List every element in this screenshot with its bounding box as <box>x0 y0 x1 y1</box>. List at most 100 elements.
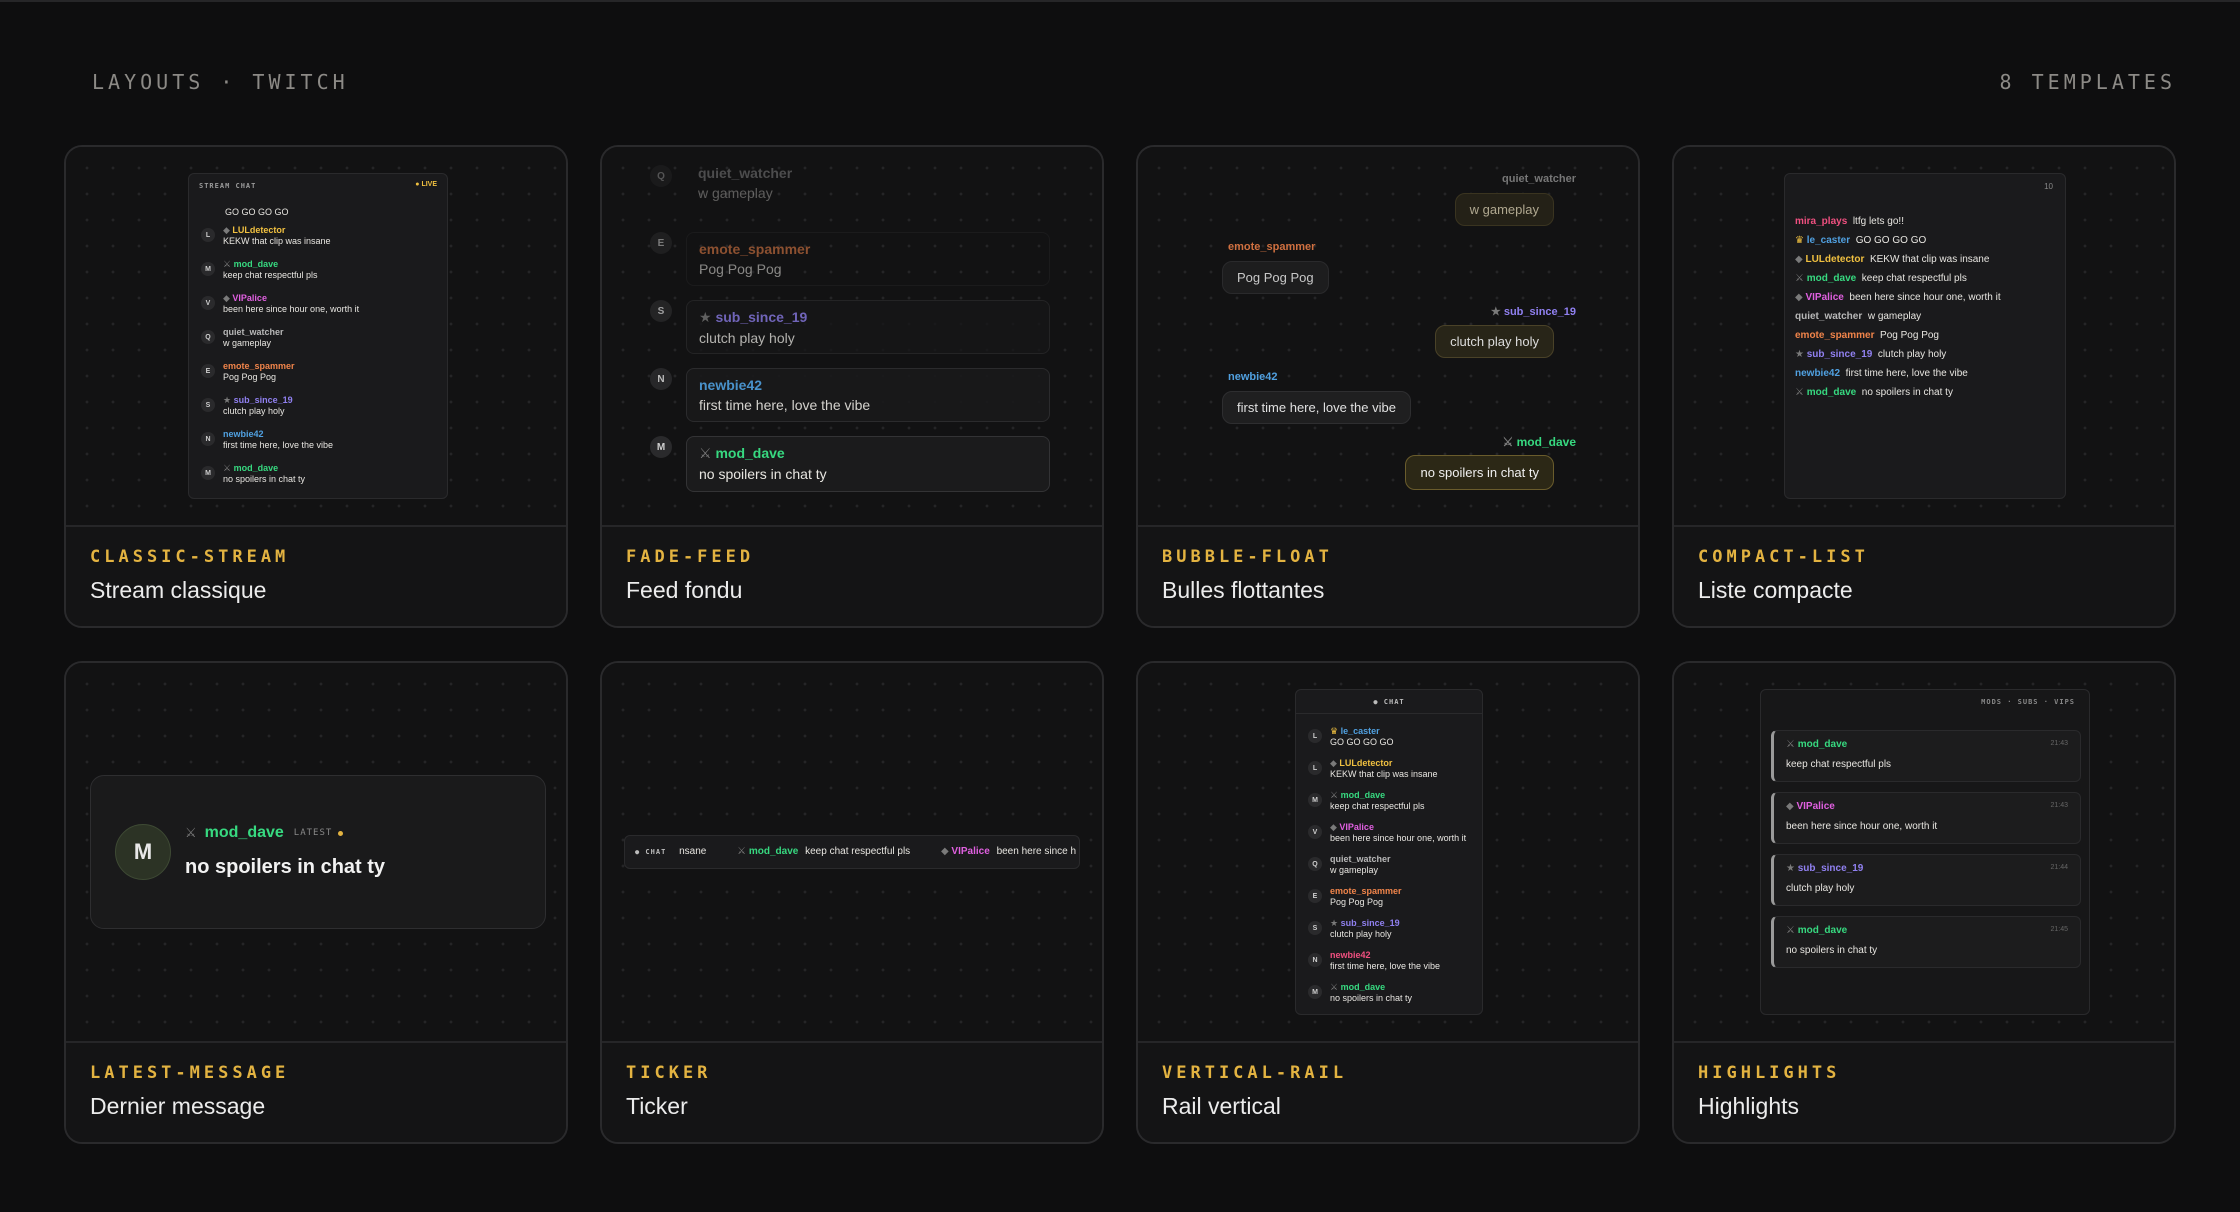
list-item: ⚔ mod_dave keep chat respectful pls <box>1795 269 2001 288</box>
card-slug: TICKER <box>626 1063 712 1083</box>
username: sub_since_19 <box>715 309 808 325</box>
message-text: keep chat respectful pls <box>223 270 318 280</box>
message-count: 10 <box>2044 182 2053 191</box>
highlight-item: ★ sub_since_19 21:44 clutch play holy <box>1771 854 2081 906</box>
card-footer: LATEST-MESSAGE Dernier message <box>66 1041 566 1142</box>
username: quiet_watcher <box>1795 311 1863 322</box>
star-icon: ★ <box>1795 349 1807 360</box>
highlight-item: ⚔ mod_dave 21:43 keep chat respectful pl… <box>1771 730 2081 782</box>
list-item: M ⚔ mod_dave keep chat respectful pls <box>1308 790 1425 812</box>
highlights-panel: MODS · SUBS · VIPS ⚔ mod_dave 21:43 keep… <box>1760 689 2090 1015</box>
username: mod_dave <box>1806 387 1857 398</box>
list-item: Nnewbie42 first time here, love the vibe <box>201 429 333 451</box>
message-bubble: w gameplay <box>1454 193 1554 226</box>
card-title: Dernier message <box>90 1093 266 1119</box>
username: mod_dave <box>1340 790 1386 800</box>
username: emote_spammer <box>223 361 295 371</box>
username: mod_dave <box>1797 925 1848 936</box>
list-item: V ◆ VIPalice been here since hour one, wor… <box>201 293 359 315</box>
highlights-preview: MODS · SUBS · VIPS ⚔ mod_dave 21:43 keep… <box>1674 663 2174 1041</box>
latest-badge: LATEST <box>293 828 333 838</box>
crown-icon: ♛ <box>1330 726 1341 736</box>
message-text: first time here, love the vibe <box>1330 961 1441 971</box>
template-card-compact-list[interactable]: 10 mira_plays ltfg lets go!! ♛ le_caster… <box>1672 145 2176 628</box>
username: mira_plays <box>1795 216 1848 227</box>
message-text: w gameplay <box>698 185 773 201</box>
username: mod_dave <box>748 846 799 857</box>
template-card-vertical-rail[interactable]: ● CHAT L ♛ le_caster GO GO GO GO L ◆ LULdet… <box>1136 661 1640 1144</box>
username: mod_dave <box>233 259 279 269</box>
list-item: M ⚔ mod_dave no spoilers in chat ty <box>1308 982 1412 1004</box>
avatar: L <box>1308 761 1322 775</box>
message-text: keep chat respectful pls <box>1861 273 1967 284</box>
card-footer: FADE-FEED Feed fondu <box>602 525 1102 626</box>
template-card-bubble-float[interactable]: quiet_watcher w gameplay emote_spammer P… <box>1136 145 1640 628</box>
list-item: Nnewbie42 first time here, love the vibe <box>1308 950 1440 972</box>
username: sub_since_19 <box>233 395 293 405</box>
avatar: S <box>650 300 672 322</box>
list-item: ♛ le_caster GO GO GO GO <box>1795 231 2001 250</box>
template-card-fade-feed[interactable]: Q quiet_watcher w gameplay E emote_spamme… <box>600 145 1104 628</box>
list-item: newbie42 first time here, love the vibe <box>1795 364 2001 383</box>
message-text: first time here, love the vibe <box>699 397 871 413</box>
avatar: M <box>201 262 215 276</box>
badge-icon: ◆ <box>223 225 233 235</box>
rail-preview: ● CHAT L ♛ le_caster GO GO GO GO L ◆ LULdet… <box>1138 663 1638 1041</box>
message-text: been here since hour one, worth it <box>1849 292 2001 303</box>
message-text: been here since h <box>996 846 1077 857</box>
sword-icon: ⚔ <box>1502 435 1517 449</box>
card-footer: TICKER Ticker <box>602 1041 1102 1142</box>
list-item: emote_spammer Pog Pog Pog <box>1795 326 2001 345</box>
sword-icon: ⚔ <box>1795 387 1807 398</box>
username: emote_spammer <box>699 241 811 257</box>
username: emote_spammer <box>1795 330 1875 341</box>
list-item: M ⚔ mod_dave keep chat respectful pls <box>201 259 318 281</box>
template-card-highlights[interactable]: MODS · SUBS · VIPS ⚔ mod_dave 21:43 keep… <box>1672 661 2176 1144</box>
card-footer: HIGHLIGHTS Highlights <box>1674 1041 2174 1142</box>
template-card-ticker[interactable]: ● CHAT nsane ⚔ mod_dave keep chat respec… <box>600 661 1104 1144</box>
message-text: no spoilers in chat ty <box>1330 993 1413 1003</box>
badge-icon: ◆ <box>1330 758 1340 768</box>
message-text: clutch play holy <box>1786 883 1855 894</box>
list-item: Qquiet_watcher w gameplay <box>201 327 284 349</box>
card-slug: COMPACT-LIST <box>1698 547 1869 567</box>
gem-icon: ◆ <box>940 846 952 857</box>
username-row: ⚔ mod_dave <box>1503 435 1576 449</box>
section-title: LAYOUTS · TWITCH <box>92 70 349 94</box>
username: mod_dave <box>204 824 284 841</box>
template-card-latest-message[interactable]: M ⚔ mod_dave LATEST no spoilers in chat … <box>64 661 568 1144</box>
username: newbie42 <box>1330 950 1371 960</box>
avatar: N <box>201 432 215 446</box>
ticker-label: ● CHAT <box>635 848 667 856</box>
username: LULdetector <box>1339 758 1393 768</box>
message-text: keep chat respectful pls <box>1786 759 1892 770</box>
list-item: E emote_spammer Pog Pog Pog <box>650 232 1050 286</box>
template-count: 8 TEMPLATES <box>1999 70 2176 94</box>
list-item: mira_plays ltfg lets go!! <box>1795 212 2001 231</box>
username: emote_spammer <box>1330 886 1402 896</box>
sword-icon: ⚔ <box>1786 925 1798 936</box>
card-footer: VERTICAL-RAIL Rail vertical <box>1138 1041 1638 1142</box>
gem-icon: ◆ <box>1786 801 1797 812</box>
template-card-classic-stream[interactable]: STREAM CHAT ● LIVE GO GO GO GO L ◆ LULdet… <box>64 145 568 628</box>
username: newbie42 <box>1795 368 1841 379</box>
sword-icon: ⚔ <box>223 463 234 473</box>
card-slug: FADE-FEED <box>626 547 755 567</box>
message-text: w gameplay <box>223 338 272 348</box>
classic-preview: STREAM CHAT ● LIVE GO GO GO GO L ◆ LULdet… <box>66 147 566 525</box>
list-item: ◆ LULdetector KEKW that clip was insane <box>1795 250 2001 269</box>
username: LULdetector <box>1805 254 1865 265</box>
avatar: V <box>1308 825 1322 839</box>
sword-icon: ⚔ <box>1330 982 1341 992</box>
ticker-lead-text: nsane <box>679 846 707 857</box>
dot-icon <box>338 830 344 836</box>
avatar: E <box>1308 889 1322 903</box>
star-icon: ★ <box>1786 863 1798 874</box>
avatar: L <box>1308 729 1322 743</box>
gem-icon: ◆ <box>1330 822 1340 832</box>
message-text: Pog Pog Pog <box>1330 897 1384 907</box>
card-slug: HIGHLIGHTS <box>1698 1063 1841 1083</box>
classic-live-badge: ● LIVE <box>415 181 437 188</box>
avatar: S <box>201 398 215 412</box>
gem-icon: ◆ <box>223 293 233 303</box>
